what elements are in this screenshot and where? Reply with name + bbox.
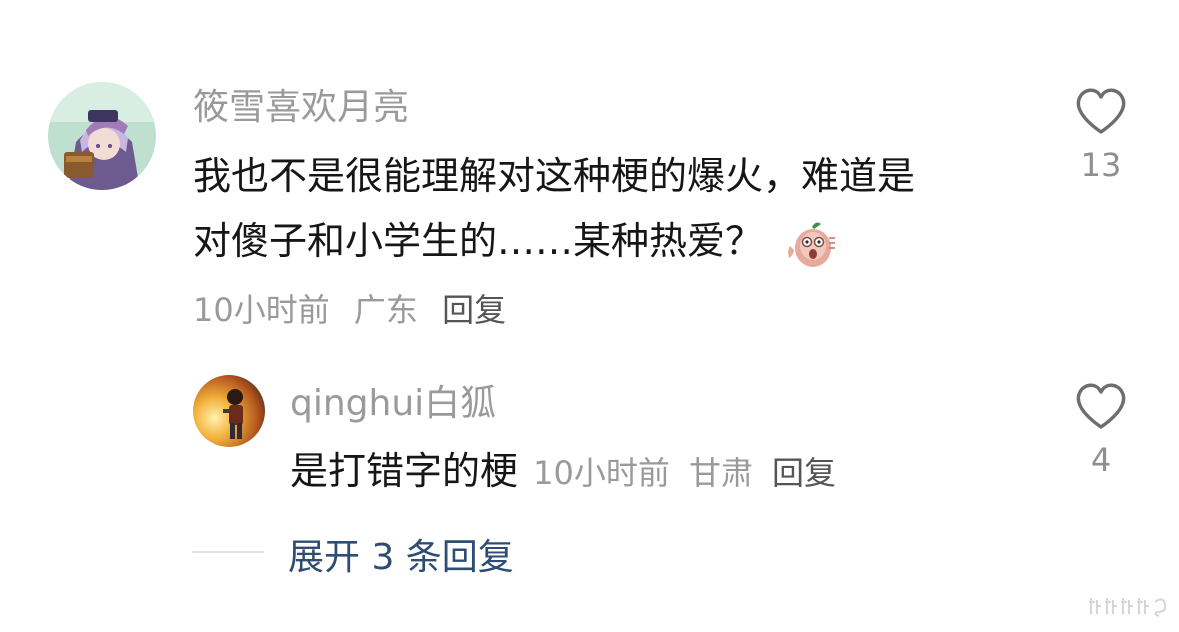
shocked-sweet-potato-emoji: [785, 220, 837, 268]
expand-replies-button[interactable]: 展开 3 条回复: [288, 528, 514, 580]
heart-outline-icon[interactable]: [1068, 86, 1134, 136]
comment-location: 广东: [353, 291, 418, 329]
reply-button[interactable]: 回复: [442, 290, 506, 330]
comment-time: 10小时前: [193, 291, 330, 329]
watermark-graphic: [1087, 594, 1169, 618]
like-count: 13: [1080, 146, 1122, 184]
username[interactable]: 筱雪喜欢月亮: [193, 86, 409, 130]
avatar[interactable]: [193, 375, 265, 447]
reply-button[interactable]: 回复: [772, 454, 836, 492]
comment-text-line-2: 对傻子和小学生的……某种热爱？: [193, 218, 837, 268]
reply-time: 10小时前: [533, 454, 670, 492]
reply-location: 甘肃: [688, 454, 753, 492]
avatar[interactable]: [48, 82, 156, 190]
like-count: 4: [1090, 441, 1112, 479]
reply-text-row: 是打错字的梗 10小时前 甘肃 回复: [290, 448, 836, 502]
divider: [192, 551, 264, 553]
like-button[interactable]: 13: [1068, 86, 1134, 184]
heart-outline-icon[interactable]: [1068, 381, 1134, 431]
like-button[interactable]: 4: [1068, 381, 1134, 479]
comment-meta: 10小时前 广东 回复: [193, 290, 506, 330]
comment-text-line-2-content: 对傻子和小学生的……某种热爱？: [193, 219, 764, 263]
username[interactable]: qinghui白狐: [290, 382, 496, 426]
reply-text: 是打错字的梗: [290, 449, 519, 493]
comment-text-line-1: 我也不是很能理解对这种梗的爆火，难道是: [193, 154, 916, 198]
